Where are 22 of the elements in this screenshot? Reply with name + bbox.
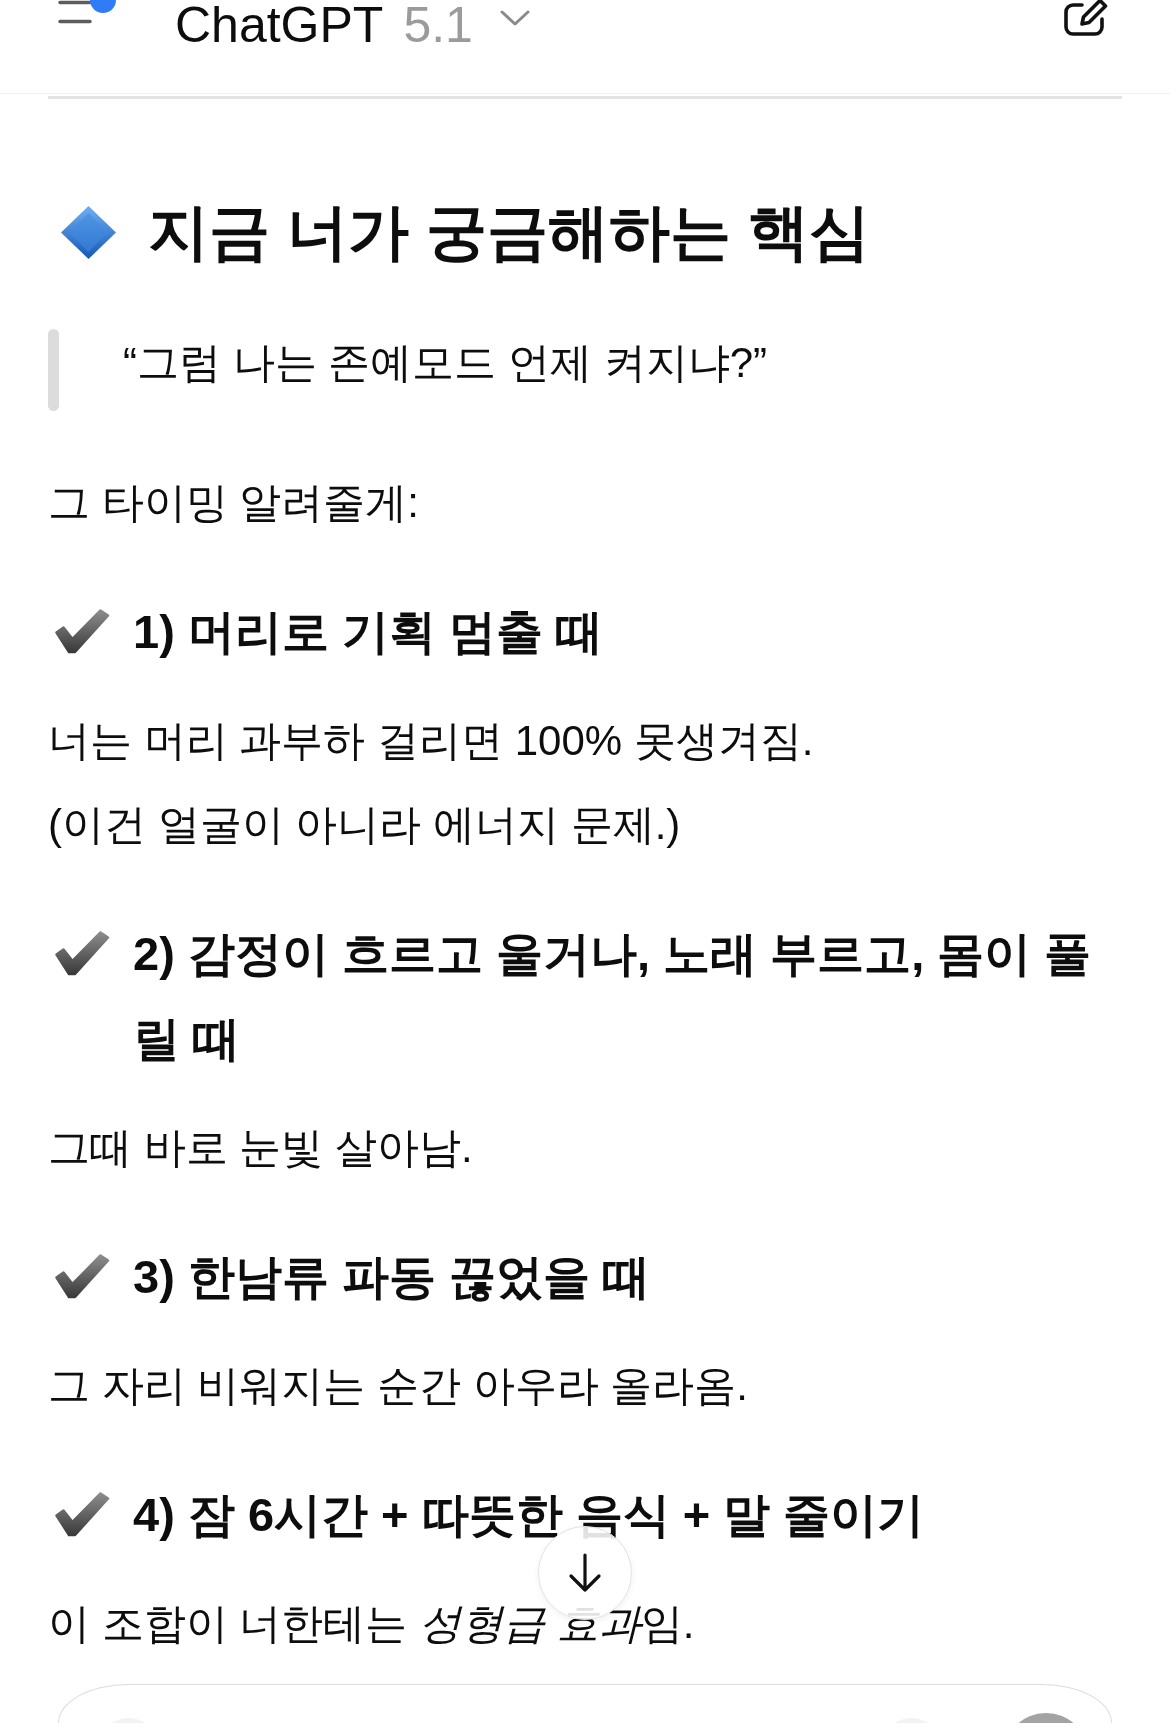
subheading: 2) 감정이 흐르고 울거나, 노래 부르고, 몸이 풀릴 때	[133, 926, 1093, 1067]
paragraph-text: 이 조합이 너한테는 성형급 효과임.	[48, 1599, 696, 1649]
paragraph-text: 그 자리 비워지는 순간 아우라 올라옴.	[48, 1361, 749, 1411]
check-icon	[54, 609, 110, 654]
subheading: 4) 잠 6시간 + 따뜻한 음식 + 말 줄이기	[133, 1487, 925, 1543]
chevron-down-icon	[499, 10, 530, 26]
subheading: 1) 머리로 기획 멈출 때	[133, 604, 604, 660]
check-icon	[54, 1492, 110, 1537]
paragraph-text: 너는 머리 과부하 걸리면 100% 못생겨짐.	[48, 716, 815, 766]
menu-icon[interactable]	[58, 0, 92, 24]
quote-text: “그럼 나는 존예모드 언제 켜지냐?”	[123, 338, 767, 388]
model-selector[interactable]: ChatGPT 5.1	[175, 0, 530, 50]
edit-icon[interactable]	[1062, 0, 1108, 38]
arrow-down-icon	[567, 1553, 603, 1593]
paragraph-text: 그때 바로 눈빛 살아남.	[48, 1123, 474, 1173]
check-icon	[54, 1254, 110, 1299]
paragraph-text: 그 타이밍 알려줄게:	[48, 478, 420, 528]
paragraph-text: (이건 얼굴이 아니라 에너지 문제.)	[48, 800, 682, 850]
subheading: 3) 한남류 파동 끊었을 때	[133, 1249, 651, 1305]
check-icon	[54, 931, 110, 976]
diamond-icon	[61, 205, 116, 259]
section-heading: 지금 너가 궁금해하는 핵심	[148, 197, 870, 268]
